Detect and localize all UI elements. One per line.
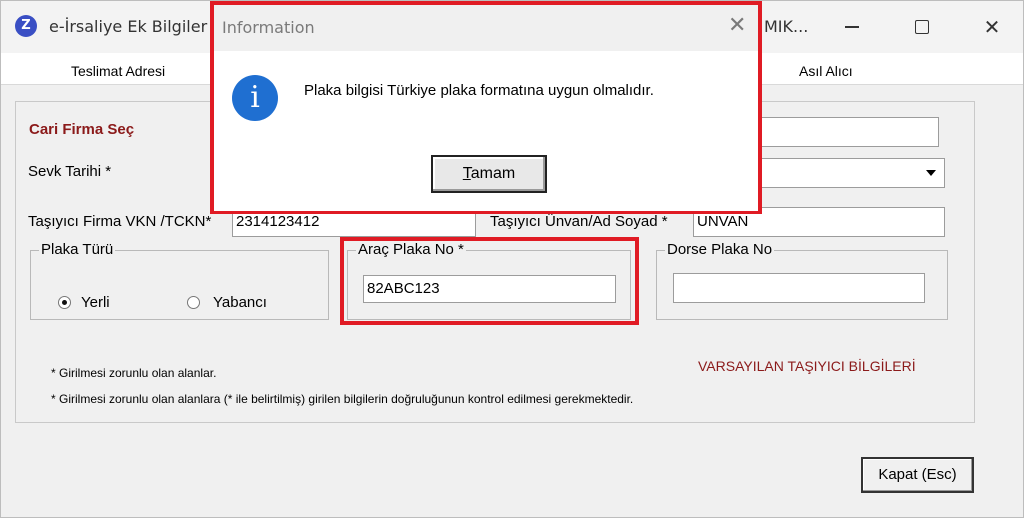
plaka-turu-title: Plaka Türü [39,241,116,258]
tamam-accelerator: T [462,165,471,182]
window-title-tail: MIK... [764,17,809,36]
sevk-tarihi-label: Sevk Tarihi * [28,163,112,180]
cari-firma-sec-link[interactable]: Cari Firma Seç [29,121,134,138]
information-dialog: Information ✕ i Plaka bilgisi Türkiye pl… [210,1,762,214]
maximize-button[interactable] [899,9,945,45]
chevron-down-icon [926,170,936,176]
plaka-turu-group: Plaka Türü [30,241,329,320]
minimize-button[interactable] [829,9,875,45]
yabanci-label[interactable]: Yabancı [213,294,267,311]
maximize-icon [915,20,929,34]
close-icon: ✕ [728,13,747,38]
minimize-icon [845,26,859,28]
info-icon: i [232,75,278,121]
dialog-body: i Plaka bilgisi Türkiye plaka formatına … [214,51,758,211]
window-title: e-İrsaliye Ek Bilgiler [49,17,208,36]
arac-plaka-highlight [340,237,639,325]
tab-asil-alici[interactable]: Asıl Alıcı [799,63,853,79]
app-logo-icon: Z [15,15,37,37]
tab-teslimat-adresi[interactable]: Teslimat Adresi [71,63,165,79]
vkn-label: Taşıyıcı Firma VKN /TCKN* [28,213,212,230]
dorse-plaka-title: Dorse Plaka No [665,241,775,258]
window-close-button[interactable]: ✕ [969,9,1015,45]
kapat-button[interactable]: Kapat (Esc) [861,457,974,493]
close-icon: ✕ [983,15,1001,39]
varsayilan-tasiyici-link[interactable]: VARSAYILAN TAŞIYICI BİLGİLERİ [698,358,916,374]
tamam-button[interactable]: Tamam [431,155,547,193]
dialog-message: Plaka bilgisi Türkiye plaka formatına uy… [304,82,654,99]
validation-note: * Girilmesi zorunlu olan alanlara (* ile… [51,392,634,406]
yabanci-radio[interactable] [187,296,200,309]
dialog-close-button[interactable]: ✕ [728,13,746,38]
dialog-title: Information [222,18,315,37]
yerli-label[interactable]: Yerli [81,294,110,311]
tamam-label: amam [470,165,516,182]
sevk-tarihi-dropdown[interactable] [741,158,945,188]
yerli-radio[interactable] [58,296,71,309]
required-note: * Girilmesi zorunlu olan alanlar. [51,366,217,380]
unvan-label: Taşıyıcı Ünvan/Ad Soyad * [490,213,668,230]
cari-firma-input[interactable] [741,117,939,147]
dorse-plaka-input[interactable] [673,273,925,303]
